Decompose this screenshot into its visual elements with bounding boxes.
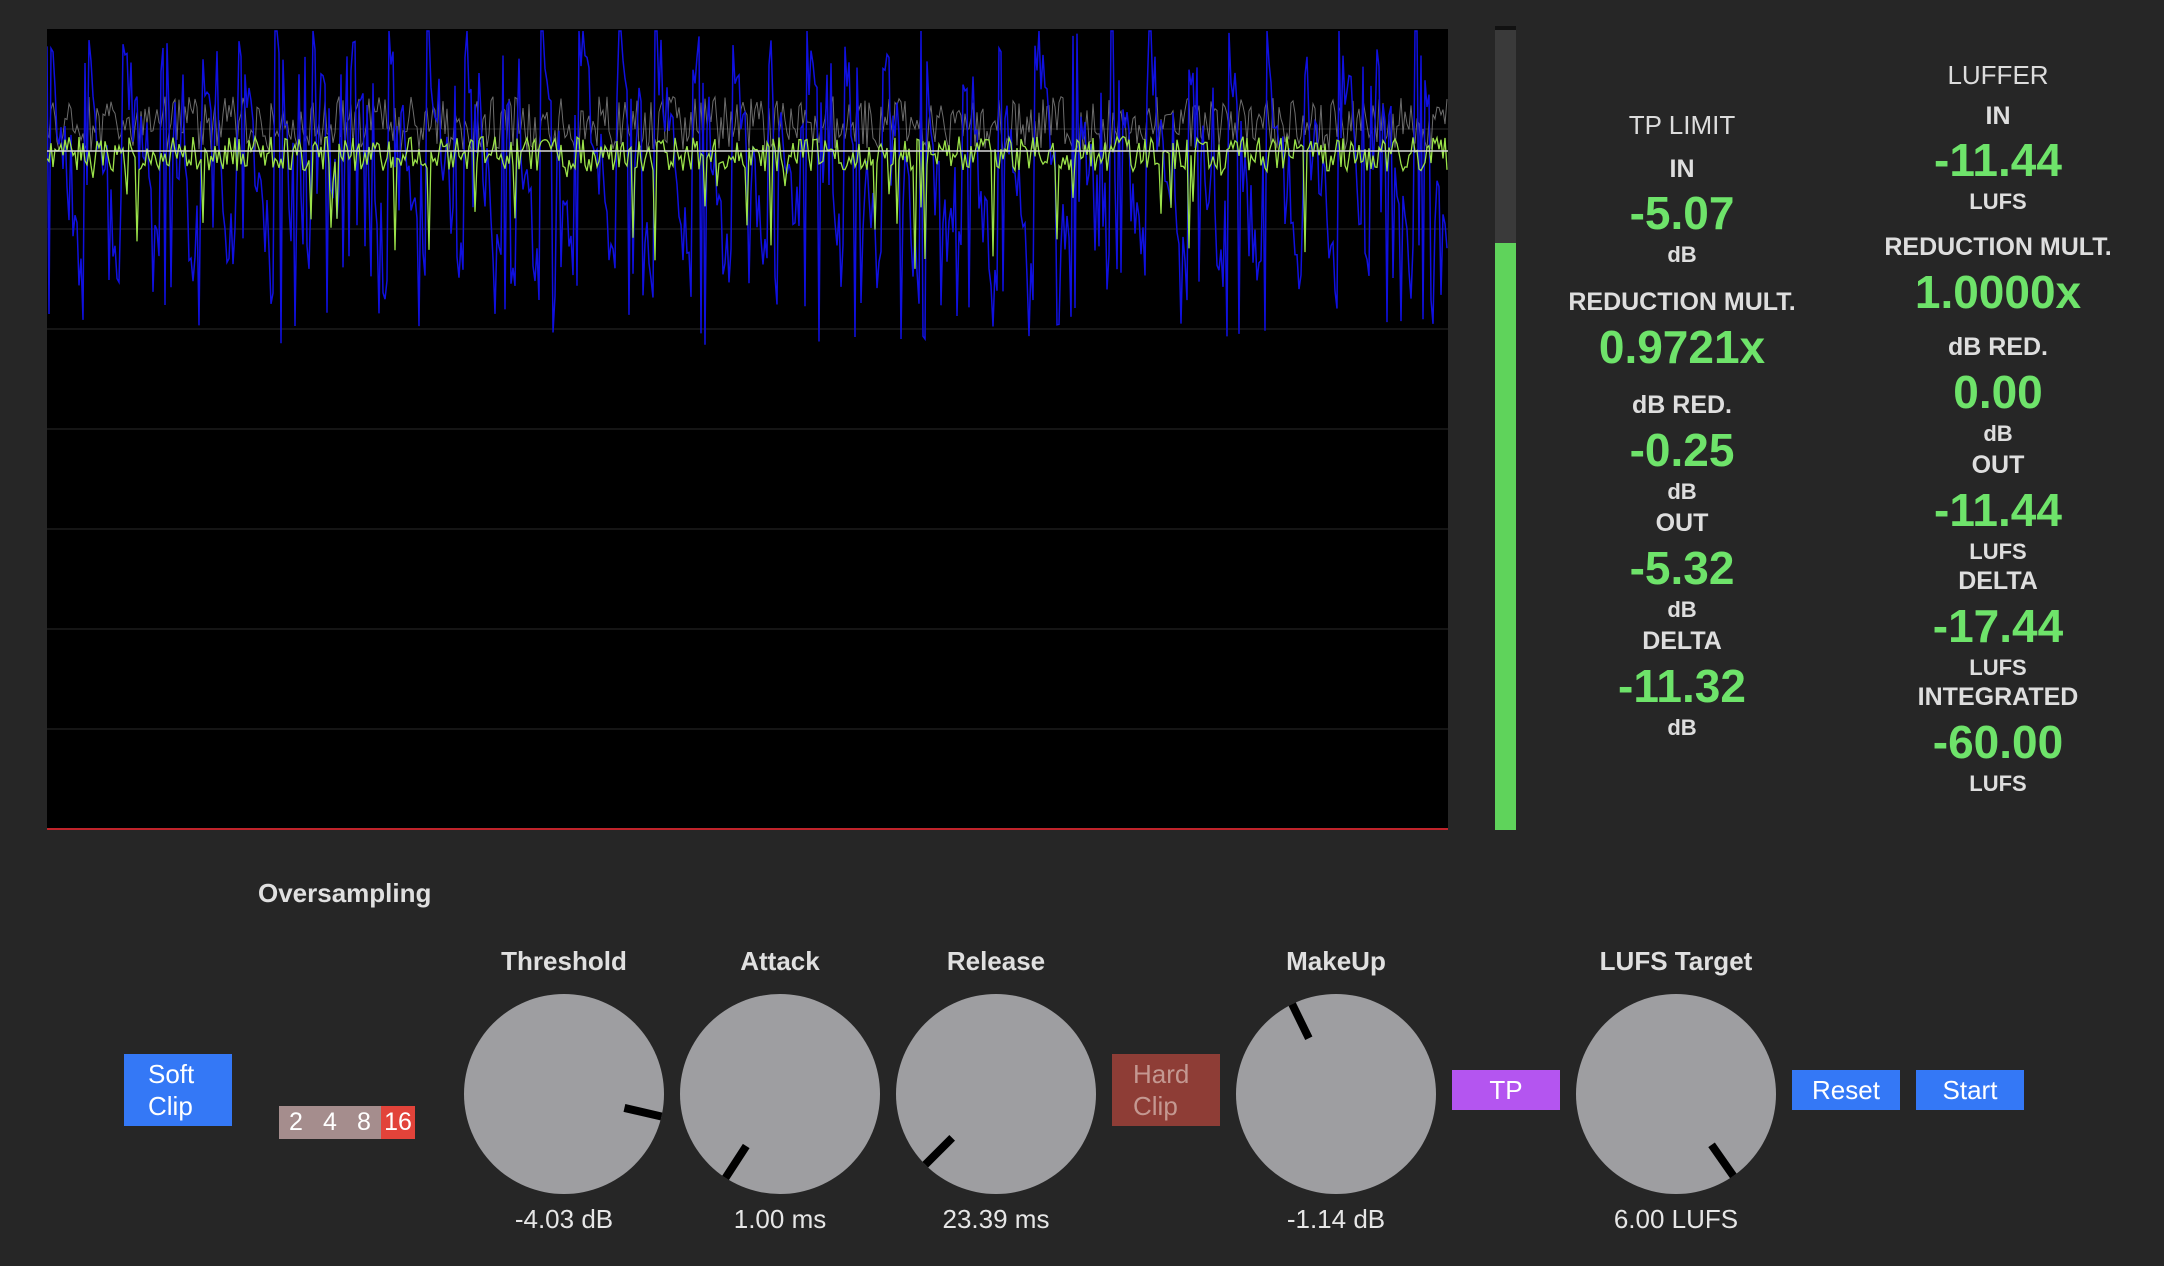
oversampling-label: Oversampling bbox=[258, 878, 432, 908]
tp-delta-unit: dB bbox=[1667, 715, 1697, 740]
tp-db-red-value: -0.25 bbox=[1629, 424, 1735, 476]
luffer-integrated-label: INTEGRATED bbox=[1917, 683, 2079, 711]
threshold-value: -4.03 dB bbox=[514, 1204, 614, 1234]
release-knob[interactable] bbox=[896, 994, 1096, 1194]
tp-out-unit: dB bbox=[1667, 597, 1697, 622]
makeup-knob-indicator bbox=[1288, 1002, 1313, 1041]
tp-db-red-label: dB RED. bbox=[1632, 391, 1732, 419]
lufs-knob-indicator bbox=[1708, 1142, 1737, 1179]
tp-button-label: TP bbox=[1489, 1074, 1523, 1105]
tp-delta-value: -11.32 bbox=[1618, 660, 1746, 712]
makeup-title: MakeUp bbox=[1286, 946, 1386, 976]
hard-clip-label: Hard Clip bbox=[1133, 1059, 1190, 1121]
release-knob-indicator bbox=[922, 1135, 955, 1168]
luffer-out-value: -11.44 bbox=[1934, 484, 2062, 536]
luffer-out-label: OUT bbox=[1971, 451, 2025, 479]
blue-trace bbox=[47, 30, 1448, 345]
level-meter bbox=[1495, 26, 1516, 830]
luffer-in-label: IN bbox=[1985, 102, 2011, 130]
tp-out-label: OUT bbox=[1655, 509, 1709, 537]
release-knob-svg bbox=[922, 1135, 955, 1168]
oversampling-option-8[interactable]: 8 bbox=[347, 1106, 381, 1139]
luffer-db-red-unit: dB bbox=[1983, 421, 2013, 446]
luffer-reduction-mult-value: 1.0000x bbox=[1914, 266, 2082, 318]
luffer-delta-value: -17.44 bbox=[1932, 600, 2064, 652]
level-meter-fill bbox=[1495, 243, 1516, 830]
attack-knob[interactable] bbox=[680, 994, 880, 1194]
tp-delta-label: DELTA bbox=[1642, 627, 1722, 655]
threshold-knob-svg bbox=[623, 1104, 663, 1121]
luffer-out-unit: LUFS bbox=[1969, 539, 2027, 564]
lufs-knob-svg bbox=[1708, 1142, 1737, 1179]
attack-knob-svg bbox=[722, 1143, 750, 1181]
tp-reduction-mult-value: 0.9721x bbox=[1598, 321, 1766, 373]
oversampling-option-2[interactable]: 2 bbox=[279, 1106, 313, 1139]
waveform-svg bbox=[47, 30, 1448, 830]
threshold-title: Threshold bbox=[501, 946, 627, 976]
luffer-integrated-unit: LUFS bbox=[1969, 771, 2027, 796]
luffer-reduction-mult-label: REDUCTION MULT. bbox=[1884, 233, 2112, 261]
release-title: Release bbox=[946, 946, 1046, 976]
luffer-delta-unit: LUFS bbox=[1969, 655, 2027, 680]
luffer-integrated-value: -60.00 bbox=[1932, 716, 2064, 768]
release-value: 23.39 ms bbox=[942, 1204, 1050, 1234]
makeup-knob-svg bbox=[1288, 1002, 1313, 1041]
start-button[interactable]: Start bbox=[1916, 1070, 2024, 1110]
hard-clip-button[interactable]: Hard Clip bbox=[1112, 1054, 1220, 1126]
threshold-knob[interactable] bbox=[464, 994, 664, 1194]
tp-in-value: -5.07 bbox=[1629, 187, 1735, 239]
tp-header: TP LIMIT bbox=[1628, 110, 1736, 140]
luffer-header: LUFFER bbox=[1947, 60, 2049, 90]
lufs-target-value: 6.00 LUFS bbox=[1613, 1204, 1739, 1234]
threshold-knob-indicator bbox=[623, 1104, 663, 1121]
attack-value: 1.00 ms bbox=[733, 1204, 827, 1234]
tp-out-value: -5.32 bbox=[1629, 542, 1735, 594]
lufs-target-knob[interactable] bbox=[1576, 994, 1776, 1194]
luffer-delta-label: DELTA bbox=[1958, 567, 2038, 595]
oversampling-option-16[interactable]: 16 bbox=[381, 1106, 415, 1139]
waveform-display bbox=[47, 29, 1448, 830]
tp-db-red-unit: dB bbox=[1667, 479, 1697, 504]
lufs-target-title: LUFS Target bbox=[1599, 946, 1753, 976]
level-meter-cap bbox=[1495, 26, 1516, 30]
reset-button[interactable]: Reset bbox=[1792, 1070, 1900, 1110]
oversampling-selector[interactable]: 2 4 8 16 bbox=[279, 1106, 415, 1139]
soft-clip-button[interactable]: Soft Clip bbox=[124, 1054, 232, 1126]
soft-clip-label: Soft Clip bbox=[148, 1059, 195, 1121]
luffer-db-red-value: 0.00 bbox=[1953, 366, 2043, 418]
tp-limit-panel: TP LIMIT IN -5.07 dB REDUCTION MULT. 0.9… bbox=[1532, 0, 1832, 800]
luffer-db-red-label: dB RED. bbox=[1948, 333, 2048, 361]
tp-reduction-mult-label: REDUCTION MULT. bbox=[1568, 288, 1796, 316]
reset-label: Reset bbox=[1812, 1074, 1880, 1105]
makeup-value: -1.14 dB bbox=[1286, 1204, 1386, 1234]
luffer-in-value: -11.44 bbox=[1934, 134, 2062, 186]
attack-knob-indicator bbox=[722, 1143, 750, 1181]
oversampling-option-4[interactable]: 4 bbox=[313, 1106, 347, 1139]
tp-button[interactable]: TP bbox=[1452, 1070, 1560, 1110]
luffer-in-unit: LUFS bbox=[1969, 189, 2027, 214]
tp-in-unit: dB bbox=[1667, 242, 1697, 267]
attack-title: Attack bbox=[740, 946, 820, 976]
start-label: Start bbox=[1942, 1074, 1998, 1105]
luffer-panel: LUFFER IN -11.44 LUFS REDUCTION MULT. 1.… bbox=[1848, 0, 2148, 800]
makeup-knob[interactable] bbox=[1236, 994, 1436, 1194]
tp-in-label: IN bbox=[1669, 155, 1695, 183]
